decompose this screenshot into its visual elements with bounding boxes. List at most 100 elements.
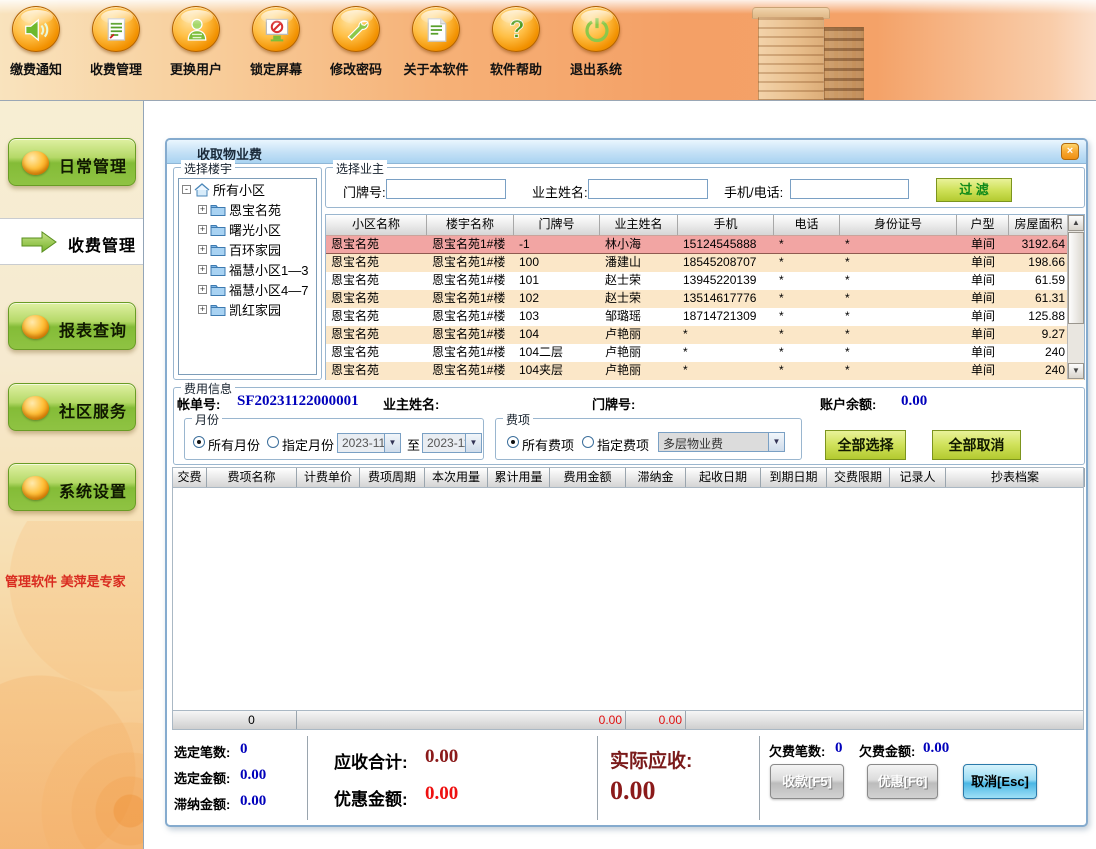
fee-col-header[interactable]: 交费限期 bbox=[827, 468, 890, 487]
specified-fee-label[interactable]: 指定费项 bbox=[597, 435, 649, 454]
fee-col-header[interactable]: 费项名称 bbox=[207, 468, 297, 487]
toolbar-item-6[interactable]: 关于本软件 bbox=[400, 6, 472, 78]
cell: 恩宝名苑1#楼 bbox=[427, 326, 514, 344]
receive-button[interactable]: 收款[F5] bbox=[770, 764, 844, 799]
toolbar-item-7[interactable]: ?软件帮助 bbox=[480, 6, 552, 78]
tree-node-6[interactable]: +凯红家园 bbox=[179, 299, 316, 319]
tree-node-5[interactable]: +福慧小区4—7 bbox=[179, 279, 316, 299]
all-fees-label[interactable]: 所有费项 bbox=[522, 435, 574, 454]
specified-month-label[interactable]: 指定月份 bbox=[282, 435, 334, 454]
fee-col-header[interactable]: 费项周期 bbox=[360, 468, 425, 487]
sidebar-item-1[interactable]: 日常管理 bbox=[8, 138, 136, 186]
phone-input[interactable] bbox=[790, 179, 909, 199]
table-row[interactable]: 恩宝名苑恩宝名苑1#楼104二层卢艳丽***单间240 bbox=[326, 344, 1084, 362]
tree-node-2[interactable]: +曙光小区 bbox=[179, 219, 316, 239]
tree-node-4[interactable]: +福慧小区1—3 bbox=[179, 259, 316, 279]
expand-icon[interactable]: + bbox=[198, 305, 207, 314]
building-group-label: 选择楼宇 bbox=[181, 160, 235, 177]
discount-button[interactable]: 优惠[F6] bbox=[867, 764, 938, 799]
sidebar-item-3[interactable]: 报表查询 bbox=[8, 302, 136, 350]
table-row[interactable]: 恩宝名苑恩宝名苑1#楼104卢艳丽***单间9.27 bbox=[326, 326, 1084, 344]
fee-col-header[interactable]: 累计用量 bbox=[488, 468, 550, 487]
sidebar-item-active[interactable]: 收费管理 bbox=[0, 218, 143, 265]
specified-month-radio[interactable] bbox=[267, 436, 279, 448]
filter-button[interactable]: 过 滤 bbox=[936, 178, 1012, 202]
sidebar-item-5[interactable]: 系统设置 bbox=[8, 463, 136, 511]
chevron-down-icon[interactable]: ▼ bbox=[768, 433, 784, 451]
all-fees-radio[interactable] bbox=[507, 436, 519, 448]
toolbar-item-4[interactable]: 锁定屏幕 bbox=[240, 6, 312, 78]
fee-col-header[interactable]: 本次用量 bbox=[425, 468, 488, 487]
cell: * bbox=[774, 272, 840, 290]
chevron-down-icon[interactable]: ▼ bbox=[465, 434, 481, 452]
cell: 恩宝名苑1#楼 bbox=[427, 362, 514, 380]
sidebar-item-4[interactable]: 社区服务 bbox=[8, 383, 136, 431]
actual-value: 0.00 bbox=[610, 776, 656, 806]
fee-col-header[interactable]: 记录人 bbox=[890, 468, 946, 487]
toolbar-item-2[interactable]: 收费管理 bbox=[80, 6, 152, 78]
owner-col-header[interactable]: 门牌号 bbox=[514, 215, 600, 235]
cell: 18714721309 bbox=[678, 308, 774, 326]
scroll-down-icon[interactable]: ▼ bbox=[1068, 363, 1084, 379]
cell: 单间 bbox=[957, 254, 1009, 272]
table-row[interactable]: 恩宝名苑恩宝名苑1#楼100潘建山18545208707**单间198.66 bbox=[326, 254, 1084, 272]
all-months-label[interactable]: 所有月份 bbox=[208, 435, 260, 454]
month-from-select[interactable]: 2023-11 ▼ bbox=[337, 433, 401, 453]
fee-col-header[interactable]: 起收日期 bbox=[686, 468, 761, 487]
fee-col-header[interactable]: 抄表档案 bbox=[946, 468, 1085, 487]
table-row[interactable]: 恩宝名苑恩宝名苑1#楼-1林小海15124545888**单间3192.64 bbox=[326, 235, 1084, 254]
expand-icon[interactable]: + bbox=[198, 265, 207, 274]
fee-col-header[interactable]: 费用金额 bbox=[550, 468, 626, 487]
fee-col-header[interactable]: 计费单价 bbox=[297, 468, 360, 487]
toolbar-item-label: 更换用户 bbox=[170, 59, 222, 78]
chevron-down-icon[interactable]: ▼ bbox=[384, 434, 400, 452]
owner-col-header[interactable]: 身份证号 bbox=[840, 215, 957, 235]
expand-icon[interactable]: + bbox=[198, 285, 207, 294]
balance-value: 0.00 bbox=[901, 393, 927, 410]
owner-col-header[interactable]: 房屋面积 bbox=[1009, 215, 1069, 235]
owner-col-header[interactable]: 楼宇名称 bbox=[427, 215, 514, 235]
owner-col-header[interactable]: 业主姓名 bbox=[600, 215, 678, 235]
arrears-count-value: 0 bbox=[835, 740, 843, 757]
all-months-radio[interactable] bbox=[193, 436, 205, 448]
owner-name-input[interactable] bbox=[588, 179, 708, 199]
owner-table-scrollbar[interactable]: ▲ ▼ bbox=[1067, 215, 1084, 379]
specified-fee-radio[interactable] bbox=[582, 436, 594, 448]
table-row[interactable]: 恩宝名苑恩宝名苑1#楼103邹璐瑶18714721309**单间125.88 bbox=[326, 308, 1084, 326]
cell: 单间 bbox=[957, 362, 1009, 380]
door-no-input[interactable] bbox=[386, 179, 506, 199]
cell: 恩宝名苑 bbox=[326, 344, 427, 362]
owner-col-header[interactable]: 户型 bbox=[957, 215, 1009, 235]
fee-col-header[interactable]: 交费 bbox=[173, 468, 207, 487]
expand-icon[interactable]: + bbox=[198, 225, 207, 234]
cell: 林小海 bbox=[600, 236, 678, 253]
owner-col-header[interactable]: 电话 bbox=[774, 215, 840, 235]
cell: 恩宝名苑 bbox=[326, 272, 427, 290]
cancel-button[interactable]: 取消[Esc] bbox=[963, 764, 1037, 799]
table-row[interactable]: 恩宝名苑恩宝名苑1#楼102赵士荣13514617776**单间61.31 bbox=[326, 290, 1084, 308]
month-to-select[interactable]: 2023-11 ▼ bbox=[422, 433, 482, 453]
close-icon[interactable]: × bbox=[1061, 143, 1079, 160]
owner-col-header[interactable]: 小区名称 bbox=[326, 215, 427, 235]
toolbar-items: 缴费通知收费管理更换用户锁定屏幕修改密码关于本软件?软件帮助退出系统 bbox=[0, 6, 632, 78]
tree-node-3[interactable]: +百环家园 bbox=[179, 239, 316, 259]
toolbar-item-1[interactable]: 缴费通知 bbox=[0, 6, 72, 78]
fee-col-header[interactable]: 滞纳金 bbox=[626, 468, 686, 487]
toolbar-item-3[interactable]: 更换用户 bbox=[160, 6, 232, 78]
expand-icon[interactable]: + bbox=[198, 205, 207, 214]
deselect-all-button[interactable]: 全部取消 bbox=[932, 430, 1021, 460]
owner-col-header[interactable]: 手机 bbox=[678, 215, 774, 235]
expand-icon[interactable]: + bbox=[198, 245, 207, 254]
toolbar-item-5[interactable]: 修改密码 bbox=[320, 6, 392, 78]
toolbar-item-8[interactable]: 退出系统 bbox=[560, 6, 632, 78]
table-row[interactable]: 恩宝名苑恩宝名苑1#楼104夹层卢艳丽***单间240 bbox=[326, 362, 1084, 380]
scrollbar-thumb[interactable] bbox=[1068, 232, 1084, 324]
fee-type-select[interactable]: 多层物业费 ▼ bbox=[658, 432, 785, 452]
tree-node-1[interactable]: +恩宝名苑 bbox=[179, 199, 316, 219]
table-row[interactable]: 恩宝名苑恩宝名苑1#楼101赵士荣13945220139**单间61.59 bbox=[326, 272, 1084, 290]
scroll-up-icon[interactable]: ▲ bbox=[1068, 215, 1084, 231]
tree-node-root[interactable]: -所有小区 bbox=[179, 179, 316, 199]
fee-col-header[interactable]: 到期日期 bbox=[761, 468, 827, 487]
collapse-icon[interactable]: - bbox=[182, 185, 191, 194]
select-all-button[interactable]: 全部选择 bbox=[825, 430, 906, 460]
